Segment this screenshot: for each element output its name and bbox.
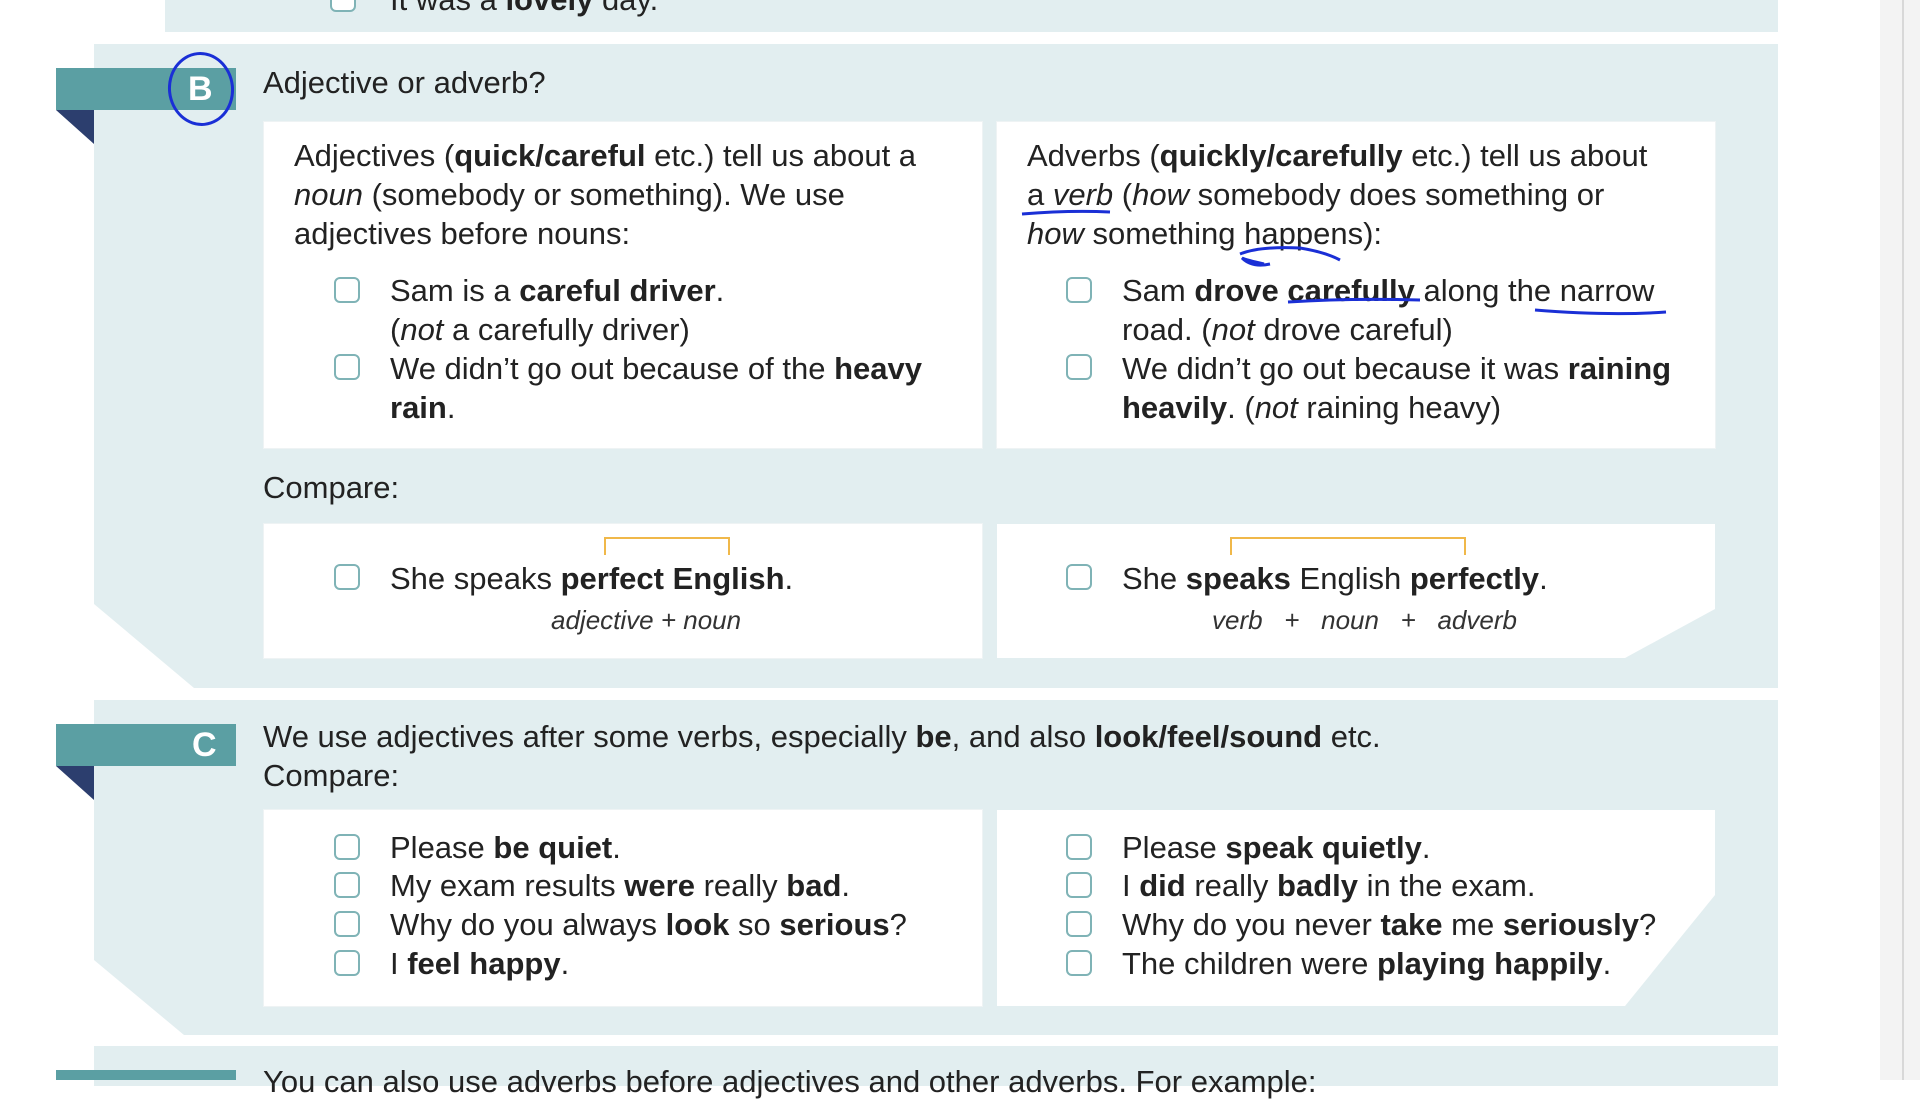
list-item: Please be quiet. [390, 830, 621, 865]
checkbox[interactable] [334, 950, 360, 976]
phrase-bracket [604, 537, 730, 555]
section-c-rule: We use adjectives after some verbs, espe… [263, 719, 1381, 754]
grammar-page: It was a lovely day. B Adjective or adve… [0, 0, 1920, 1099]
viewer-divider [1902, 0, 1904, 1080]
checkbox[interactable] [334, 834, 360, 860]
viewer-margin [1880, 0, 1920, 1080]
checkbox[interactable] [1066, 354, 1092, 380]
tab-fold-shape [56, 110, 94, 144]
example-note: (not a carefully driver) [390, 312, 690, 347]
list-item: I feel happy. [390, 946, 570, 981]
checkbox[interactable] [334, 911, 360, 937]
checkbox[interactable] [1066, 911, 1092, 937]
list-item: Why do you always look so serious? [390, 907, 907, 942]
adjective-rule-line3: adjectives before nouns: [294, 216, 631, 251]
checkbox[interactable] [1066, 872, 1092, 898]
section-d-text: You can also use adverbs before adjectiv… [263, 1064, 1317, 1099]
compare-example: She speaks perfect English. [390, 561, 794, 596]
checkbox[interactable] [330, 0, 356, 12]
compare-example: She speaks English perfectly. [1122, 561, 1548, 596]
example-line: rain. [390, 390, 456, 425]
list-item: Why do you never take me seriously? [1122, 907, 1657, 942]
checkbox[interactable] [334, 564, 360, 590]
example-line: Sam is a careful driver. [390, 273, 725, 308]
list-item: I did really badly in the exam. [1122, 868, 1536, 903]
list-item: The children were playing happily. [1122, 946, 1612, 981]
handwritten-underlines [1021, 209, 1667, 316]
adjective-rule-line2: noun (somebody or something). We use [294, 177, 845, 212]
compare-note: adjective + noun [551, 605, 742, 635]
top-example: It was a lovely day. [390, 0, 658, 18]
compare-note: verb + noun + adverb [1212, 605, 1517, 635]
tab-fold-shape [56, 766, 94, 800]
compare-label: Compare: [263, 470, 400, 505]
checkbox[interactable] [334, 277, 360, 303]
example-line: We didn’t go out because it was raining [1122, 351, 1672, 386]
section-d-tab [56, 1070, 236, 1080]
example-line: heavily. (not raining heavy) [1122, 390, 1502, 425]
list-item: Please speak quietly. [1122, 830, 1431, 865]
section-c-letter: C [192, 726, 217, 764]
compare-label: Compare: [263, 758, 400, 793]
checkbox[interactable] [334, 872, 360, 898]
checkbox[interactable] [1066, 564, 1092, 590]
phrase-bracket [1230, 537, 1466, 555]
checkbox[interactable] [1066, 834, 1092, 860]
checkbox[interactable] [1066, 950, 1092, 976]
adjective-rule-line1: Adjectives (quick/careful etc.) tell us … [294, 138, 917, 173]
adverb-rule-line1: Adverbs (quickly/carefully etc.) tell us… [1027, 138, 1648, 173]
section-b-heading: Adjective or adverb? [263, 65, 546, 100]
list-item: My exam results were really bad. [390, 868, 851, 903]
checkbox[interactable] [334, 354, 360, 380]
example-line: We didn’t go out because of the heavy [390, 351, 922, 386]
